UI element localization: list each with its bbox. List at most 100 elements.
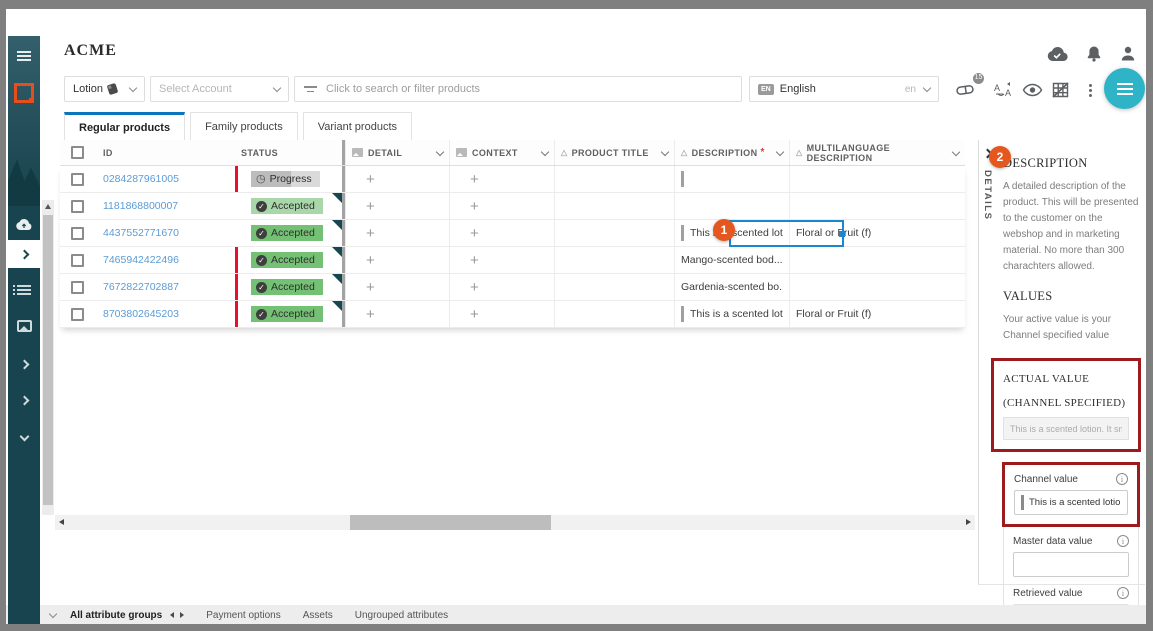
description-cell[interactable] [675,193,790,219]
product-id-link[interactable]: 7465942422496 [103,254,179,266]
group-prev-arrow[interactable] [170,612,174,618]
row-checkbox[interactable] [71,308,84,321]
tab-family-products[interactable]: Family products [190,112,298,140]
horizontal-scrollbar[interactable] [55,515,975,530]
page-title: ACME [64,42,117,60]
table-row: 1181868800007 Accepted + + [60,193,965,220]
add-detail-button[interactable]: + [366,225,375,242]
collapse-bar-icon[interactable] [49,609,57,617]
add-context-button[interactable]: + [470,306,479,323]
group-next-arrow[interactable] [180,612,184,618]
product-id-link[interactable]: 1181868800007 [103,200,178,212]
cloud-check-icon[interactable] [1046,46,1068,67]
user-icon[interactable] [1120,45,1136,67]
vertical-scrollbar[interactable] [42,200,54,515]
product-id-link[interactable]: 4437552771670 [103,227,179,239]
add-detail-button[interactable]: + [366,252,375,269]
fab-menu-button[interactable] [1104,68,1145,109]
eye-icon[interactable] [1020,79,1044,101]
attribute-group-item[interactable]: Assets [303,610,333,621]
attribute-group-item[interactable]: Payment options [206,610,281,621]
add-detail-button[interactable]: + [366,306,375,323]
translate-icon[interactable]: AA [992,79,1016,101]
scroll-right-arrow[interactable] [966,519,971,525]
master-value-input[interactable] [1013,552,1129,577]
add-detail-button[interactable]: + [366,198,375,215]
description-cell[interactable] [675,166,790,192]
column-header-description[interactable]: △DESCRIPTION* [675,140,790,165]
product-id-link[interactable]: 7672822702887 [103,281,179,293]
scroll-left-arrow[interactable] [59,519,64,525]
account-select[interactable]: Select Account [150,76,289,102]
channel-value-input[interactable]: This is a scented lotion. It [1014,490,1128,515]
column-header-context[interactable]: CONTEXT [450,140,555,165]
cloud-upload-icon[interactable] [8,210,40,238]
multilanguage-cell[interactable]: Floral or Fruit (f) [790,301,965,327]
scroll-up-arrow[interactable] [45,204,51,209]
add-context-button[interactable]: + [470,252,479,269]
vertical-scroll-thumb[interactable] [43,215,53,505]
horizontal-scroll-thumb[interactable] [350,515,551,530]
sidebar-item-collapse[interactable] [8,422,40,450]
filter-icon[interactable] [304,83,317,95]
info-icon[interactable] [1117,535,1129,547]
tab-variant-products[interactable]: Variant products [303,112,412,140]
select-all-checkbox[interactable] [71,146,84,159]
row-checkbox[interactable] [71,227,84,240]
svg-text:A: A [994,83,1000,93]
sidebar-item-expand-2[interactable] [8,386,40,414]
sidebar-item-media[interactable] [8,312,40,340]
multilanguage-cell[interactable] [790,193,965,219]
product-id-link[interactable]: 0284287961005 [103,173,179,185]
sidebar-item-list[interactable] [8,276,40,304]
row-checkbox[interactable] [71,200,84,213]
column-header-status[interactable]: STATUS [235,140,342,165]
product-id-link[interactable]: 8703802645203 [103,308,179,320]
attribute-group-item[interactable]: Ungrouped attributes [355,610,448,621]
multilanguage-cell[interactable]: Floral or Fruit (f) [790,220,965,246]
logo-mark[interactable] [8,76,40,110]
multilanguage-cell[interactable] [790,274,965,300]
description-cell[interactable]: Mango-scented bod... [675,247,790,273]
multilanguage-cell[interactable] [790,166,965,192]
kebab-menu-icon[interactable] [1078,79,1102,101]
multilanguage-cell[interactable] [790,247,965,273]
row-checkbox[interactable] [71,173,84,186]
corner-flag [332,193,342,203]
info-icon[interactable] [1116,473,1128,485]
chevron-down-icon[interactable] [436,147,444,155]
sidebar-item-products-active[interactable] [8,240,40,268]
row-checkbox[interactable] [71,254,84,267]
attribute-group-active[interactable]: All attribute groups [70,610,162,621]
description-cell[interactable]: Gardenia-scented bo... [675,274,790,300]
tab-regular-products[interactable]: Regular products [64,112,185,140]
column-header-id[interactable]: ID [95,140,235,165]
add-detail-button[interactable]: + [366,279,375,296]
add-context-button[interactable]: + [470,198,479,215]
annotation-callout-1: 1 [713,219,735,241]
column-header-detail[interactable]: DETAIL [345,140,450,165]
sidebar-menu-icon[interactable] [8,42,40,70]
language-select[interactable]: EN English en [749,76,939,102]
grid-off-icon[interactable] [1048,79,1072,101]
info-icon[interactable] [1117,587,1129,599]
add-context-button[interactable]: + [470,225,479,242]
chevron-down-icon[interactable] [776,147,784,155]
details-panel-tab[interactable]: DETAILS [982,170,993,220]
column-header-multilanguage-description[interactable]: △MULTILANGUAGE DESCRIPTION [790,140,965,165]
language-code: en [905,84,916,95]
chevron-down-icon[interactable] [541,147,549,155]
add-context-button[interactable]: + [470,171,479,188]
description-cell[interactable]: This is a scented loti... [675,301,790,327]
sidebar-item-expand-1[interactable] [8,350,40,378]
row-checkbox[interactable] [71,281,84,294]
bell-icon[interactable] [1086,45,1102,67]
pill-icon[interactable]: 15 [954,79,978,101]
add-context-button[interactable]: + [470,279,479,296]
actual-value-input [1003,417,1129,440]
catalog-select[interactable]: Lotion [64,76,145,102]
chevron-down-icon[interactable] [661,147,669,155]
add-detail-button[interactable]: + [366,171,375,188]
column-header-product-title[interactable]: △PRODUCT TITLE [555,140,675,165]
search-input[interactable] [326,83,732,95]
